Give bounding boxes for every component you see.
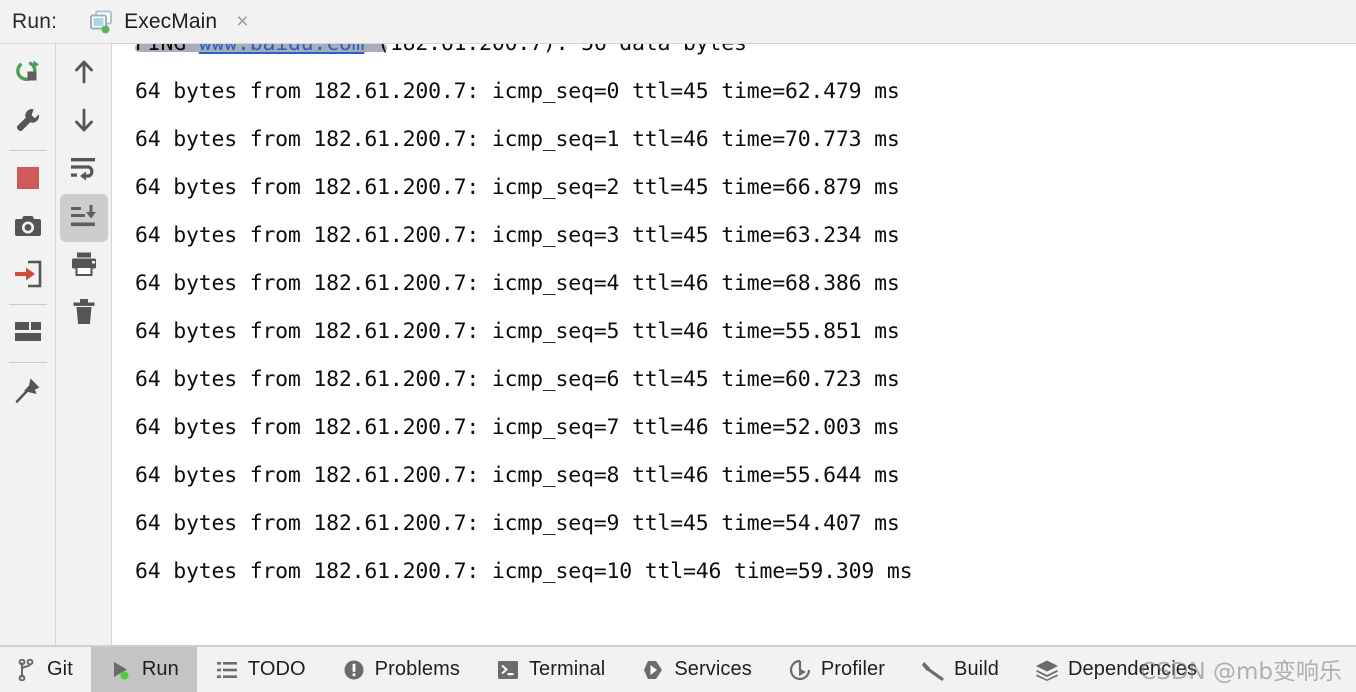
console-line: 64 bytes from 182.61.200.7: icmp_seq=9 t… (135, 511, 900, 536)
arrow-down-icon (70, 106, 98, 139)
profiler-icon (788, 658, 812, 682)
run-actions-toolbar (0, 44, 55, 645)
rerun-button[interactable] (4, 50, 52, 98)
status-item-label: TODO (247, 658, 306, 680)
console-line: 64 bytes from 182.61.200.7: icmp_seq=6 t… (135, 367, 900, 392)
console-line: 64 bytes from 182.61.200.7: icmp_seq=2 t… (135, 175, 900, 200)
screenshot-button[interactable] (4, 204, 52, 252)
status-item-dependencies[interactable]: Dependencies (1017, 647, 1215, 692)
arrow-up-icon (70, 58, 98, 91)
down-button[interactable] (60, 98, 108, 146)
console-line: 64 bytes from 182.61.200.7: icmp_seq=10 … (135, 559, 913, 584)
run-tab-bar: Run: ExecMain × (0, 0, 1356, 44)
status-item-label: Problems (374, 658, 460, 680)
console-line: 64 bytes from 182.61.200.7: icmp_seq=8 t… (135, 463, 900, 488)
status-item-services[interactable]: Services (623, 647, 770, 692)
ping-suffix: (182.61.200.7): 56 data bytes (364, 44, 747, 56)
status-item-profiler[interactable]: Profiler (770, 647, 903, 692)
console-line: 64 bytes from 182.61.200.7: icmp_seq=4 t… (135, 271, 900, 296)
camera-icon (13, 213, 43, 244)
trash-icon (71, 298, 97, 331)
status-item-label: Build (954, 658, 999, 680)
close-icon[interactable]: × (236, 11, 248, 32)
clear-all-button[interactable] (60, 290, 108, 338)
console-line: 64 bytes from 182.61.200.7: icmp_seq=1 t… (135, 127, 900, 152)
tab-title: ExecMain (124, 9, 218, 33)
pin-icon (14, 376, 42, 409)
toolbar-separator (8, 150, 47, 151)
run-configuration-icon (89, 10, 115, 34)
layout-icon (14, 321, 42, 348)
pin-tab-button[interactable] (4, 368, 52, 416)
build-hammer-icon (921, 658, 945, 682)
toolbar-separator (8, 304, 47, 305)
up-button[interactable] (60, 50, 108, 98)
layout-button[interactable] (4, 310, 52, 358)
ide-run-window: Run: ExecMain × 64 bytes from 182.61.200… (0, 0, 1356, 692)
console-line: 64 bytes from 182.61.200.7: icmp_seq=3 t… (135, 223, 900, 248)
stop-button[interactable] (4, 156, 52, 204)
git-branch-icon (14, 658, 38, 682)
soft-wrap-icon (69, 155, 99, 186)
status-item-label: Dependencies (1067, 658, 1198, 680)
soft-wrap-button[interactable] (60, 146, 108, 194)
host-link[interactable]: www.baidu.com (199, 44, 365, 56)
toolbar-separator (8, 362, 47, 363)
status-item-todo[interactable]: TODO (197, 647, 324, 692)
status-item-run[interactable]: Run (90, 647, 197, 692)
terminal-icon (496, 658, 520, 682)
console-output[interactable]: PING www.baidu.com (182.61.200.7): 56 da… (112, 44, 1356, 645)
tab-execmain[interactable]: ExecMain × (89, 0, 252, 44)
status-item-terminal[interactable]: Terminal (478, 647, 623, 692)
dump-threads-button[interactable] (4, 252, 52, 300)
status-item-label: Run (141, 658, 179, 680)
status-item-label: Git (47, 658, 73, 680)
status-item-label: Services (674, 658, 752, 680)
scroll-to-end-button[interactable] (59, 194, 108, 242)
tool-window-status-bar: Git Run TODO Problems Terminal Services … (0, 646, 1356, 692)
status-item-label: Terminal (528, 658, 606, 680)
print-button[interactable] (60, 242, 108, 290)
status-item-build[interactable]: Build (903, 647, 1017, 692)
console-line-ping-header: PING www.baidu.com (182.61.200.7): 56 da… (135, 44, 1356, 68)
console-line: 64 bytes from 182.61.200.7: icmp_seq=5 t… (135, 319, 900, 344)
edit-configurations-button[interactable] (4, 98, 52, 146)
export-arrow-icon (13, 260, 43, 293)
ping-prefix: PING (135, 44, 199, 56)
status-item-problems[interactable]: Problems (324, 647, 478, 692)
dependencies-layers-icon (1035, 658, 1059, 682)
run-content: PING www.baidu.com (182.61.200.7): 56 da… (0, 44, 1356, 646)
console-line: 64 bytes from 182.61.200.7: icmp_seq=7 t… (135, 415, 900, 440)
services-icon (641, 658, 665, 682)
rerun-icon (13, 57, 43, 92)
printer-icon (69, 251, 99, 282)
console-actions-toolbar (55, 44, 112, 645)
run-play-icon (109, 658, 133, 682)
wrench-icon (13, 105, 43, 140)
scroll-to-end-icon (69, 203, 99, 234)
todo-list-icon (215, 658, 239, 682)
console-line: 64 bytes from 182.61.200.7: icmp_seq=0 t… (135, 79, 900, 104)
stop-square-icon (15, 165, 41, 196)
status-item-git[interactable]: Git (0, 647, 91, 692)
problems-warning-icon (342, 658, 366, 682)
run-label: Run: (12, 9, 58, 33)
status-item-label: Profiler (820, 658, 885, 680)
